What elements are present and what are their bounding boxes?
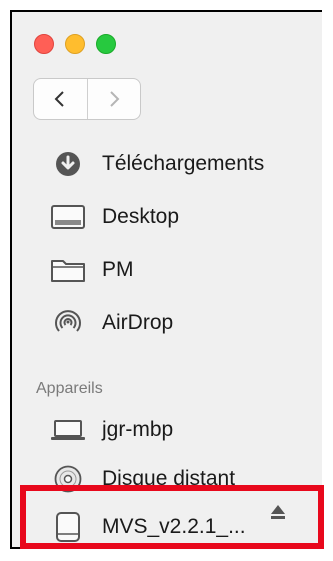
sidebar-item-label: PM [102, 258, 134, 281]
sidebar-item-airdrop[interactable]: AirDrop [50, 303, 173, 343]
download-icon [50, 149, 86, 179]
zoom-window-button[interactable] [96, 34, 116, 54]
forward-button[interactable] [86, 79, 141, 119]
chevron-right-icon [110, 91, 120, 107]
sidebar-item-pm[interactable]: PM [50, 250, 134, 290]
sidebar-item-label: jgr-mbp [102, 418, 174, 441]
sidebar-item-label: Téléchargements [102, 152, 265, 175]
sidebar-item-label: AirDrop [102, 311, 174, 334]
close-window-button[interactable] [34, 34, 54, 54]
airdrop-icon [50, 308, 86, 338]
desktop-icon [50, 202, 86, 232]
laptop-icon [50, 415, 86, 445]
highlight-box [20, 485, 324, 549]
back-button[interactable] [34, 79, 87, 119]
finder-sidebar-window: Téléchargements Desktop PM AirDrop Appar… [10, 10, 322, 549]
chevron-left-icon [54, 91, 64, 107]
sidebar-item-telechargements[interactable]: Téléchargements [50, 144, 264, 184]
folder-icon [50, 255, 86, 285]
sidebar-item-desktop[interactable]: Desktop [50, 197, 179, 237]
minimize-window-button[interactable] [65, 34, 85, 54]
navigation-buttons [33, 78, 141, 120]
window-controls [34, 34, 116, 54]
section-header-devices: Appareils [36, 380, 103, 397]
sidebar-item-label: Desktop [102, 205, 180, 228]
sidebar-item-jgr-mbp[interactable]: jgr-mbp [50, 410, 173, 450]
